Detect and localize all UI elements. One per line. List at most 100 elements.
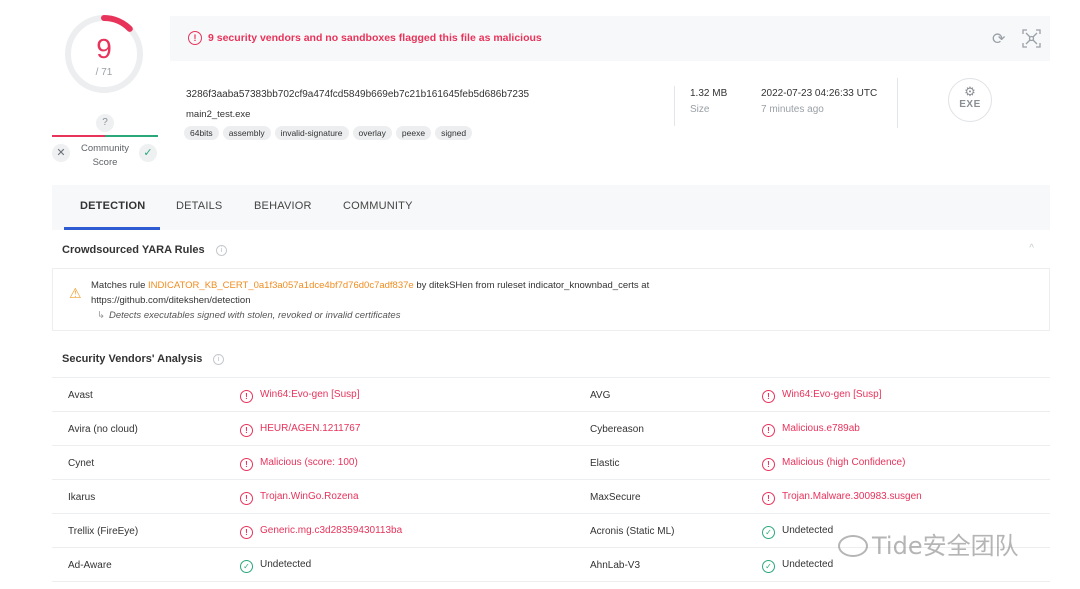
vendor-result: ! Generic.mg.c3d28359430113ba [240,525,402,539]
community-score-bar [52,135,158,137]
tab-detection[interactable]: DETECTION [80,200,145,212]
vendor-name: Elastic [590,458,620,469]
vote-harmless-icon[interactable]: ✓ [139,144,157,162]
report-tabs: DETECTION DETAILS BEHAVIOR COMMUNITY [52,185,1050,230]
alert-icon: ! [188,31,202,45]
alert-icon: ! [240,526,253,539]
alert-icon: ! [762,492,775,505]
reanalyze-icon[interactable]: ⟳ [992,29,1005,49]
alert-icon: ! [240,390,253,403]
file-size: 1.32 MB [690,88,728,99]
file-tag[interactable]: peexe [395,126,432,140]
vendor-result-text: Malicious.e789ab [782,423,860,434]
file-tags: 64bits assembly invalid-signature overla… [184,126,473,140]
vendor-result-text: Undetected [782,559,834,570]
vendor-result-text: Malicious (high Confidence) [782,457,906,468]
detection-score-panel: 9 / 71 ? ✕ Community Score ✓ [52,10,158,175]
detection-count: 9 [96,33,112,64]
vendor-name: Ikarus [68,492,96,503]
vendor-name: Trellix (FireEye) [68,526,139,537]
yara-description-text: Detects executables signed with stolen, … [108,310,401,321]
watermark: Tide安全团队 [838,526,1019,561]
active-tab-indicator [64,227,160,230]
file-tag[interactable]: 64bits [184,126,219,140]
vendor-result: ! Win64:Evo-gen [Susp] [240,389,360,403]
vendor-result: ! HEUR/AGEN.1211767 [240,423,360,437]
vendors-section-title: Security Vendors' Analysis [62,353,203,365]
table-row: Avira (no cloud) ! HEUR/AGEN.1211767 Cybere… [52,412,1050,446]
vendor-name: Ad-Aware [68,560,112,571]
community-label-line1: Community [80,143,130,154]
chevron-up-icon[interactable]: ^ [1029,243,1034,254]
community-score-label: Community Score [74,142,136,170]
detection-score-gauge: 9 / 71 [63,13,145,95]
table-row: Cynet ! Malicious (score: 100) Elastic! Mali… [52,446,1050,480]
yara-description: ↳ Detects executables signed with stolen,… [97,310,400,321]
file-type-label: EXE [959,99,981,110]
vendor-name: AhnLab-V3 [590,560,641,571]
file-tag[interactable]: overlay [352,126,392,140]
vendor-result: ! Malicious.e789ab [762,423,860,437]
vendor-name: Cynet [68,458,95,469]
divider [674,86,675,126]
chat-bubble-icon [838,535,868,557]
yara-rule-link[interactable]: INDICATOR_KB_CERT_0a1f3a057a1dce4bf7d76d… [148,280,414,291]
alert-icon: ! [762,390,775,403]
file-summary-card: ! 9 security vendors and no sandboxes fl… [170,16,1050,157]
yara-suffix: by ditekSHen from ruleset indicator_know… [413,280,650,291]
community-label-line2: Score [92,157,118,168]
table-row: Avast! Win64:Evo-gen [Susp] AVG! Win64:Evo-… [52,378,1050,412]
vendor-result-text: Trojan.Malware.300983.susgen [782,491,922,502]
graph-view-icon[interactable] [1022,29,1041,48]
vendors-section-header: Security Vendors' Analysis i [52,344,1050,374]
alert-icon: ! [762,458,775,471]
yara-ruleset-url[interactable]: https://github.com/ditekshen/detection [91,295,251,306]
vendor-result: ✓ Undetected [762,559,833,573]
vendor-result-text: Win64:Evo-gen [Susp] [260,389,360,400]
vendor-result-text: Undetected [782,525,834,536]
check-icon: ✓ [762,526,775,539]
tab-community[interactable]: COMMUNITY [343,200,413,212]
divider [897,78,898,128]
verdict-message: 9 security vendors and no sandboxes flag… [208,32,542,44]
vendor-result: ! Trojan.Malware.300983.susgen [762,491,922,505]
vendor-result-text: Win64:Evo-gen [Susp] [782,389,882,400]
vendor-name: Acronis (Static ML) [590,526,675,537]
analysis-date: 2022-07-23 04:26:33 UTC [761,88,878,99]
analysis-age: 7 minutes ago [761,104,824,115]
file-tag[interactable]: assembly [222,126,271,140]
file-type-badge: ⚙ EXE [948,78,992,122]
tab-details[interactable]: DETAILS [176,200,222,212]
vendor-name: Avast [68,390,93,401]
file-hash[interactable]: 3286f3aaba57383bb702cf9a474fcd5849b669eb… [186,89,529,100]
info-icon[interactable]: i [216,245,227,256]
verdict-banner: ! 9 security vendors and no sandboxes fl… [170,16,1050,61]
file-tag[interactable]: signed [435,126,473,140]
file-type-icon: ⚙ [964,84,976,99]
vendor-result-text: Generic.mg.c3d28359430113ba [260,525,403,536]
check-icon: ✓ [240,560,253,573]
vendor-name: AVG [590,390,611,401]
vendor-name: Cybereason [590,424,644,435]
watermark-text: Tide安全团队 [872,532,1019,560]
vendor-result: ! Malicious (score: 100) [240,457,358,471]
table-row: Ikarus ! Trojan.WinGo.Rozena MaxSecure! Troj… [52,480,1050,514]
warning-icon: ⚠ [69,285,82,301]
vendor-name: MaxSecure [590,492,641,503]
vendor-name: Avira (no cloud) [68,424,138,435]
yara-section-title: Crowdsourced YARA Rules [62,244,205,256]
alert-icon: ! [240,424,253,437]
file-size-label: Size [690,104,710,115]
file-tag[interactable]: invalid-signature [274,126,349,140]
yara-match: ⚠ Matches rule INDICATOR_KB_CERT_0a1f3a0… [52,268,1050,331]
file-name: main2_test.exe [186,109,251,120]
vendor-result: ✓ Undetected [240,559,311,573]
yara-prefix: Matches rule [91,280,149,291]
info-icon[interactable]: i [213,354,224,365]
alert-icon: ! [762,424,775,437]
vendor-result: ! Win64:Evo-gen [Susp] [762,389,882,403]
alert-icon: ! [240,492,253,505]
tab-behavior[interactable]: BEHAVIOR [254,200,312,212]
vendor-result: ! Trojan.WinGo.Rozena [240,491,359,505]
vote-malicious-icon[interactable]: ✕ [52,144,70,162]
